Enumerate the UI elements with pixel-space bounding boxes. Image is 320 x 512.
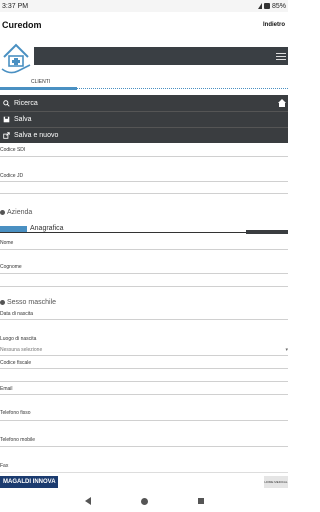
telefono-fisso-field[interactable]: Telefono fisso	[0, 410, 31, 416]
telefono-mobile-field[interactable]: Telefono mobile	[0, 437, 35, 443]
field-underline	[0, 420, 288, 421]
azienda-label: Azienda	[7, 209, 33, 216]
luogo-nascita-select[interactable]: Nessuna selezione	[0, 347, 42, 353]
codice-fiscale-field[interactable]: Codice fiscale	[0, 360, 31, 366]
section-label: CLIENTI	[31, 79, 51, 85]
wifi-icon	[257, 3, 262, 9]
menu-item-save-new[interactable]: Salva e nuovo	[3, 128, 58, 142]
field-underline	[0, 381, 288, 382]
battery-percent: 85%	[271, 2, 286, 10]
home-icon[interactable]	[277, 98, 287, 108]
status-time: 3:37 PM	[2, 2, 29, 10]
anagrafica-divider	[0, 232, 288, 233]
field-underline	[0, 249, 288, 250]
sesso-toggle[interactable]: Sesso maschile	[0, 299, 56, 306]
anagrafica-tab	[246, 230, 288, 234]
anagrafica-title: Anagrafica	[30, 225, 64, 232]
email-field[interactable]: Email	[0, 386, 13, 392]
status-bar: 3:37 PM 85%	[0, 0, 288, 12]
app-title: Curedom	[2, 20, 42, 30]
menu-divider	[0, 111, 288, 112]
status-icons: 85%	[257, 2, 286, 10]
chevron-down-icon[interactable]: ▾	[285, 347, 288, 353]
field-underline	[0, 394, 288, 395]
app-bar: Curedom Indietro	[0, 12, 288, 38]
field-underline	[0, 368, 288, 369]
menu-item-save[interactable]: Salva	[3, 112, 32, 126]
menu-item-label: Ricerca	[14, 99, 38, 107]
codice-sdi-field[interactable]: Codice SDI	[0, 147, 25, 153]
action-menu: Ricerca Salva Salva e nuovo	[0, 95, 288, 143]
menu-item-search[interactable]: Ricerca	[3, 96, 38, 110]
magaldi-logo: MAGALDI INNOVA	[0, 476, 58, 488]
sesso-label: Sesso maschile	[7, 299, 57, 306]
menu-item-label: Salva	[14, 115, 32, 123]
hamburger-menu-icon[interactable]	[276, 51, 286, 61]
nav-home-icon[interactable]	[140, 497, 148, 505]
menu-item-label: Salva e nuovo	[14, 131, 59, 139]
cognome-field[interactable]: Cognome	[0, 264, 22, 270]
field-underline	[0, 355, 288, 356]
luogo-nascita-label: Luogo di nascita	[0, 336, 37, 342]
radio-icon	[0, 300, 5, 305]
back-button[interactable]: Indietro	[263, 22, 288, 28]
battery-icon	[263, 3, 270, 9]
section-progress-bar	[0, 87, 77, 90]
section-progress-track	[77, 88, 288, 89]
anagrafica-header: Anagrafica	[0, 225, 288, 238]
data-nascita-field[interactable]: Data di nascita	[0, 311, 33, 317]
field-underline	[0, 319, 288, 320]
field-underline	[0, 193, 288, 194]
nav-recent-icon[interactable]	[197, 498, 204, 504]
system-nav-bar	[0, 490, 288, 512]
home-medical-logo: HOME MEDICAL	[264, 476, 288, 488]
fax-field[interactable]: Fax	[0, 463, 8, 469]
radio-icon	[0, 210, 5, 215]
field-underline	[0, 286, 288, 287]
field-underline	[0, 181, 288, 182]
export-icon	[3, 131, 10, 139]
search-icon	[3, 99, 10, 107]
field-underline	[0, 156, 288, 157]
field-underline	[0, 273, 288, 274]
footer: MAGALDI INNOVA HOME MEDICAL	[0, 472, 288, 490]
app-logo-icon	[1, 43, 31, 74]
save-icon	[3, 116, 10, 122]
nav-back-icon[interactable]	[84, 497, 91, 505]
nome-field[interactable]: Nome	[0, 240, 13, 246]
azienda-toggle[interactable]: Azienda	[0, 209, 32, 216]
top-bar	[34, 47, 288, 65]
field-underline	[0, 446, 288, 447]
codice-jd-field[interactable]: Codice JD	[0, 173, 23, 179]
